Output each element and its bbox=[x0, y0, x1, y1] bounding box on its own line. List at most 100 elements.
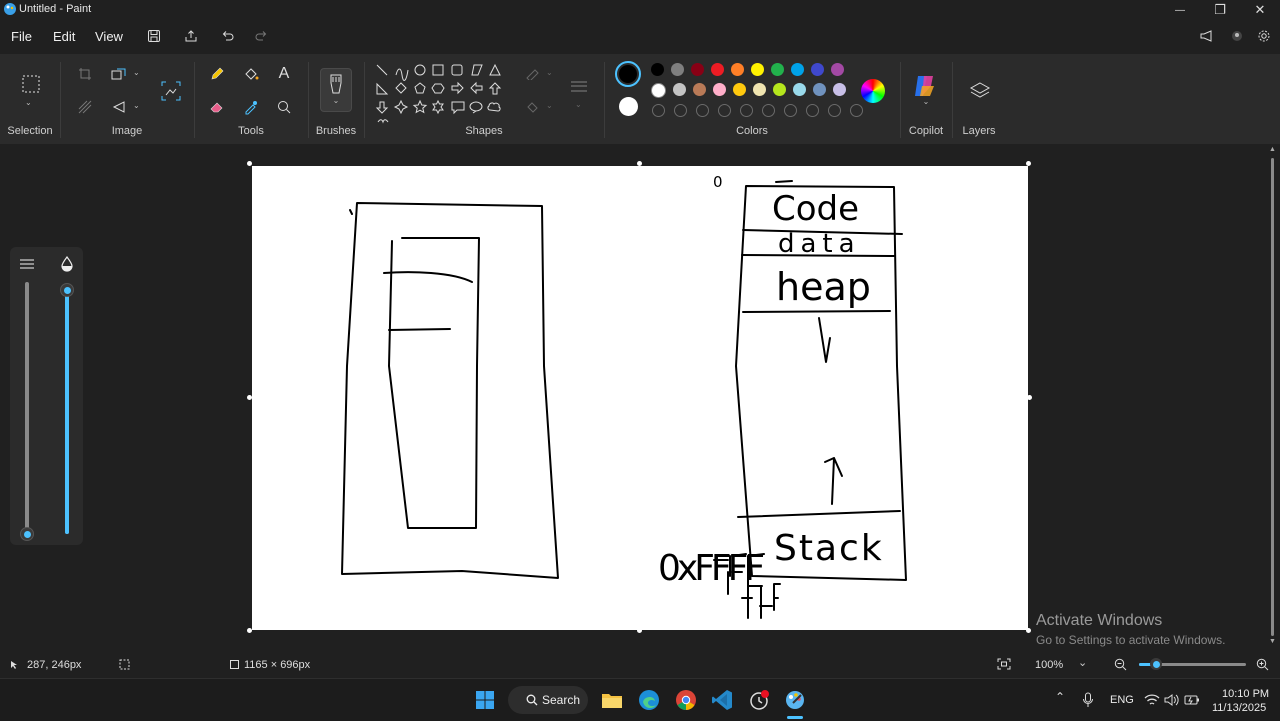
maximize-button[interactable]: ❐ bbox=[1200, 0, 1240, 20]
palette-color-swatch[interactable] bbox=[793, 83, 806, 96]
resize-handle[interactable] bbox=[247, 395, 252, 400]
paint-taskbar-button[interactable] bbox=[783, 688, 807, 712]
scrollbar-thumb[interactable] bbox=[1271, 158, 1274, 636]
palette-color-swatch[interactable] bbox=[831, 63, 844, 76]
palette-color-swatch[interactable] bbox=[671, 63, 684, 76]
palette-color-swatch[interactable] bbox=[733, 83, 746, 96]
palette-color-swatch[interactable] bbox=[833, 83, 846, 96]
palette-color-swatch[interactable] bbox=[651, 63, 664, 76]
resize-handle[interactable] bbox=[1027, 395, 1032, 400]
palette-color-swatch[interactable] bbox=[773, 83, 786, 96]
palette-color-swatch[interactable] bbox=[693, 83, 706, 96]
resize-handle[interactable] bbox=[247, 161, 252, 166]
custom-color-slot[interactable] bbox=[696, 104, 709, 117]
copilot-button[interactable]: ⌄ bbox=[912, 74, 940, 106]
selection-tool-button[interactable] bbox=[19, 72, 43, 96]
chrome-taskbar-button[interactable] bbox=[674, 688, 698, 712]
color-picker-button[interactable] bbox=[240, 96, 262, 118]
primary-color-button[interactable] bbox=[615, 61, 641, 87]
battery-icon[interactable] bbox=[1184, 693, 1200, 707]
custom-color-slot[interactable] bbox=[828, 104, 841, 117]
zoom-out-icon[interactable] bbox=[1114, 658, 1127, 671]
clock-time[interactable]: 10:10 PM bbox=[1222, 688, 1269, 700]
palette-color-swatch[interactable] bbox=[751, 63, 764, 76]
shapes-gallery[interactable] bbox=[372, 60, 512, 124]
outline-button[interactable] bbox=[522, 63, 544, 85]
custom-color-slot[interactable] bbox=[850, 104, 863, 117]
menu-file[interactable]: File bbox=[11, 29, 32, 44]
palette-color-swatch[interactable] bbox=[791, 63, 804, 76]
crop-button[interactable] bbox=[74, 63, 96, 85]
palette-color-swatch[interactable] bbox=[813, 83, 826, 96]
edge-taskbar-button[interactable] bbox=[637, 688, 661, 712]
brushes-button[interactable]: ⌄ bbox=[320, 68, 352, 112]
eraser-tool-button[interactable] bbox=[206, 96, 228, 118]
show-hidden-icons-chevron-up-icon[interactable]: ⌃ bbox=[1055, 690, 1065, 704]
undo-button[interactable] bbox=[218, 27, 238, 45]
zoom-in-icon[interactable] bbox=[1256, 658, 1269, 671]
palette-color-swatch[interactable] bbox=[771, 63, 784, 76]
resize-handle[interactable] bbox=[1026, 161, 1031, 166]
fill-tool-button[interactable] bbox=[240, 63, 262, 85]
taskbar-search[interactable]: Search bbox=[508, 686, 588, 714]
feedback-button[interactable] bbox=[1197, 27, 1217, 45]
secondary-color-button[interactable] bbox=[617, 95, 639, 117]
fill-chevron-down-icon[interactable]: ⌄ bbox=[546, 101, 553, 110]
custom-color-slot[interactable] bbox=[740, 104, 753, 117]
save-button[interactable] bbox=[144, 27, 164, 45]
palette-color-swatch[interactable] bbox=[811, 63, 824, 76]
outline-chevron-down-icon[interactable]: ⌄ bbox=[546, 68, 553, 77]
palette-color-swatch[interactable] bbox=[753, 83, 766, 96]
layers-button[interactable] bbox=[967, 78, 993, 104]
rotate-button[interactable] bbox=[108, 96, 130, 118]
palette-color-swatch[interactable] bbox=[711, 63, 724, 76]
palette-color-swatch[interactable] bbox=[691, 63, 704, 76]
selection-chevron-down-icon[interactable]: ⌄ bbox=[25, 98, 32, 107]
pencil-tool-button[interactable] bbox=[206, 63, 228, 85]
close-button[interactable]: ✕ bbox=[1240, 0, 1280, 20]
recording-app-taskbar-button[interactable] bbox=[747, 688, 771, 712]
redo-button[interactable] bbox=[251, 27, 271, 45]
file-explorer-taskbar-button[interactable] bbox=[600, 688, 624, 712]
zoom-slider-thumb[interactable] bbox=[1150, 658, 1162, 670]
image-creator-button[interactable] bbox=[158, 78, 184, 104]
resize-handle[interactable] bbox=[637, 161, 642, 166]
zoom-slider[interactable] bbox=[1139, 658, 1246, 670]
clock-date[interactable]: 11/13/2025 bbox=[1212, 702, 1266, 714]
resize-handle[interactable] bbox=[247, 628, 252, 633]
remove-background-button[interactable] bbox=[74, 96, 96, 118]
edit-colors-button[interactable] bbox=[861, 79, 885, 103]
volume-icon[interactable] bbox=[1164, 693, 1179, 707]
line-size-chevron-down-icon[interactable]: ⌄ bbox=[575, 100, 582, 109]
menu-edit[interactable]: Edit bbox=[53, 29, 75, 44]
fit-to-window-icon[interactable] bbox=[997, 658, 1011, 670]
custom-color-slot[interactable] bbox=[674, 104, 687, 117]
brush-size-thumb[interactable] bbox=[20, 527, 34, 541]
custom-color-slot[interactable] bbox=[762, 104, 775, 117]
fill-button[interactable] bbox=[522, 96, 544, 118]
menu-view[interactable]: View bbox=[95, 29, 123, 44]
wifi-icon[interactable] bbox=[1144, 693, 1160, 707]
minimize-button[interactable]: — bbox=[1160, 0, 1200, 20]
resize-button[interactable] bbox=[108, 63, 130, 85]
scroll-down-arrow-icon[interactable]: ▼ bbox=[1269, 638, 1276, 645]
magnifier-tool-button[interactable] bbox=[273, 96, 295, 118]
opacity-slider[interactable] bbox=[60, 283, 74, 534]
resize-handle[interactable] bbox=[1026, 628, 1031, 633]
zoom-chevron-down-icon[interactable]: ⌄ bbox=[1078, 656, 1087, 669]
palette-color-swatch[interactable] bbox=[651, 83, 666, 98]
microphone-icon[interactable] bbox=[1082, 692, 1094, 708]
line-size-button[interactable] bbox=[568, 76, 590, 98]
rotate-chevron-down-icon[interactable]: ⌄ bbox=[133, 101, 140, 110]
start-button[interactable] bbox=[473, 688, 497, 712]
resize-handle[interactable] bbox=[637, 628, 642, 633]
share-button[interactable] bbox=[181, 27, 201, 45]
custom-color-slot[interactable] bbox=[718, 104, 731, 117]
custom-color-slot[interactable] bbox=[806, 104, 819, 117]
account-button[interactable] bbox=[1227, 27, 1247, 45]
resize-chevron-down-icon[interactable]: ⌄ bbox=[133, 68, 140, 77]
text-tool-button[interactable]: A bbox=[273, 63, 295, 85]
palette-color-swatch[interactable] bbox=[731, 63, 744, 76]
settings-button[interactable] bbox=[1254, 27, 1274, 45]
zoom-level-select[interactable]: 100% bbox=[1035, 659, 1063, 671]
